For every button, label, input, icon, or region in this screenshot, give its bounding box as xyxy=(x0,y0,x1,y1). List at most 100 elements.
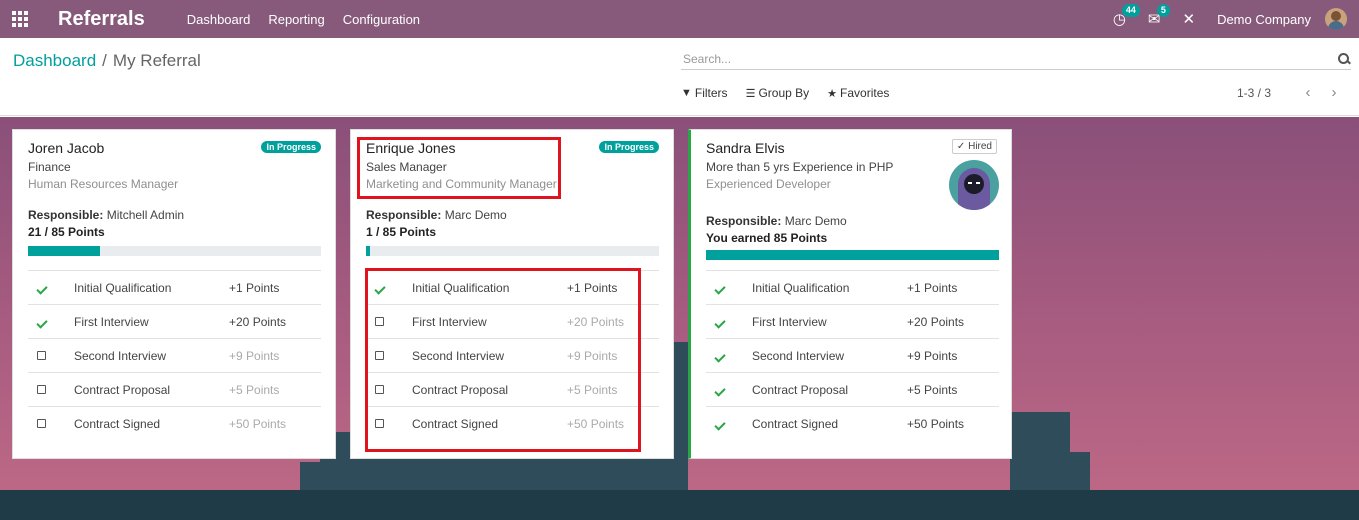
points-progress-bar xyxy=(28,246,321,256)
stage-status xyxy=(28,315,74,329)
ground xyxy=(0,490,1359,520)
debug-button[interactable]: ✕ xyxy=(1182,10,1195,28)
candidate-name: Enrique Jones xyxy=(366,140,456,156)
check-icon xyxy=(714,350,726,363)
stage-points: +9 Points xyxy=(229,348,280,363)
stage-row: Contract Proposal +5 Points xyxy=(706,372,999,406)
candidate-name: Sandra Elvis xyxy=(706,140,785,156)
messages-button[interactable]: ✉ 5 xyxy=(1148,4,1170,28)
check-icon xyxy=(714,282,726,295)
status-badge: In Progress xyxy=(599,141,659,153)
stage-row: Initial Qualification +1 Points xyxy=(706,270,999,304)
stage-points: +50 Points xyxy=(907,416,965,431)
referral-card[interactable]: Joren Jacob In Progress Finance Human Re… xyxy=(12,129,336,459)
stage-row: Contract Signed +50 Points xyxy=(706,406,999,440)
responsible-name: Marc Demo xyxy=(444,208,507,222)
responsible-name: Marc Demo xyxy=(784,214,847,228)
skyline-block xyxy=(1060,452,1090,492)
hired-badge: ✓ Hired xyxy=(951,139,997,154)
stage-points: +5 Points xyxy=(907,382,958,397)
tools-icon: ✕ xyxy=(1182,11,1196,28)
menu-configuration[interactable]: Configuration xyxy=(343,12,420,27)
stage-name: Initial Qualification xyxy=(74,280,172,295)
stage-name: Contract Proposal xyxy=(412,382,509,397)
stage-name: Second Interview xyxy=(412,348,505,363)
referral-card[interactable]: Enrique Jones In Progress Sales Manager … xyxy=(350,129,674,459)
candidate-avatar xyxy=(949,160,999,210)
pager-value[interactable]: 1-3 / 3 xyxy=(1237,86,1271,100)
stage-row: Second Interview +9 Points xyxy=(28,338,321,372)
filter-bar: ▼ Filters ☰ Group By ★ Favorites xyxy=(681,86,907,100)
breadcrumb-current: My Referral xyxy=(112,51,201,70)
responsible-line: Responsible: Mitchell Admin xyxy=(28,208,184,222)
company-switcher[interactable]: Demo Company xyxy=(1217,12,1311,27)
stage-points: +1 Points xyxy=(229,280,280,295)
skyline-tower xyxy=(672,342,688,492)
stage-list: Initial Qualification +1 Points First Inte… xyxy=(706,270,999,440)
stage-name: Contract Signed xyxy=(412,416,499,431)
stage-name: Contract Signed xyxy=(74,416,161,431)
stage-status xyxy=(706,417,752,431)
stage-name: Contract Signed xyxy=(752,416,839,431)
stage-status xyxy=(366,417,412,431)
check-icon xyxy=(714,316,726,329)
pager-previous-icon[interactable]: ‹ xyxy=(1301,84,1315,101)
control-panel: Dashboard / My Referral ▼ Filters ☰ Group … xyxy=(0,38,1359,116)
progress-fill xyxy=(28,246,101,256)
search-icon[interactable] xyxy=(1337,52,1351,66)
stage-row: Contract Proposal +5 Points xyxy=(28,372,321,406)
candidate-name: Joren Jacob xyxy=(28,140,105,156)
points-text: 1 / 85 Points xyxy=(366,225,437,239)
candidate-department: Experienced Developer xyxy=(706,177,831,191)
stage-name: Second Interview xyxy=(74,348,167,363)
referral-card[interactable]: Sandra Elvis ✓ Hired More than 5 yrs Exp… xyxy=(688,129,1012,459)
responsible-name: Mitchell Admin xyxy=(106,208,185,222)
menu-reporting[interactable]: Reporting xyxy=(268,12,324,27)
checkbox-icon xyxy=(375,350,384,360)
activity-button[interactable]: ◷ 44 xyxy=(1113,4,1140,28)
favorites-button[interactable]: ★ Favorites xyxy=(827,86,889,100)
stage-list: Initial Qualification +1 Points First Inte… xyxy=(28,270,321,440)
candidate-job: Sales Manager xyxy=(366,160,447,174)
points-text: You earned 85 Points xyxy=(706,231,828,245)
checkbox-icon xyxy=(375,316,384,326)
checkbox-icon xyxy=(37,384,46,394)
stage-points: +50 Points xyxy=(567,416,625,431)
stage-name: Contract Proposal xyxy=(74,382,171,397)
breadcrumb-separator: / xyxy=(102,51,107,70)
stage-name: First Interview xyxy=(74,314,149,329)
user-avatar[interactable] xyxy=(1325,8,1347,30)
favorites-label: Favorites xyxy=(840,86,890,100)
points-progress-bar xyxy=(706,250,999,260)
stage-status xyxy=(28,383,74,397)
breadcrumb: Dashboard / My Referral xyxy=(13,51,201,71)
search-input[interactable] xyxy=(681,51,1337,66)
stage-row: Contract Signed +50 Points xyxy=(366,406,659,440)
progress-fill xyxy=(706,250,999,260)
candidate-department: Marketing and Community Manager xyxy=(366,177,557,191)
stage-row: Contract Proposal +5 Points xyxy=(366,372,659,406)
pager-next-icon[interactable]: › xyxy=(1327,84,1341,101)
menu-dashboard[interactable]: Dashboard xyxy=(187,12,251,27)
stage-row: Initial Qualification +1 Points xyxy=(28,270,321,304)
stage-points: +5 Points xyxy=(229,382,280,397)
star-icon: ★ xyxy=(827,87,838,100)
group-by-button[interactable]: ☰ Group By xyxy=(746,86,810,100)
stage-row: First Interview +20 Points xyxy=(366,304,659,338)
checkbox-icon xyxy=(37,350,46,360)
filters-button[interactable]: ▼ Filters xyxy=(681,86,728,100)
apps-menu-icon[interactable] xyxy=(0,0,40,38)
stage-points: +9 Points xyxy=(907,348,958,363)
stage-status xyxy=(706,315,752,329)
checkbox-icon xyxy=(375,384,384,394)
responsible-label: Responsible: xyxy=(706,214,782,228)
stage-points: +1 Points xyxy=(567,280,618,295)
stage-row: First Interview +20 Points xyxy=(28,304,321,338)
check-icon xyxy=(714,418,726,431)
stage-name: Initial Qualification xyxy=(752,280,850,295)
breadcrumb-dashboard[interactable]: Dashboard xyxy=(13,51,96,70)
stage-status xyxy=(706,383,752,397)
pager: 1-3 / 3 ‹ › xyxy=(1237,84,1341,101)
progress-fill xyxy=(366,246,370,256)
stage-points: +20 Points xyxy=(567,314,625,329)
